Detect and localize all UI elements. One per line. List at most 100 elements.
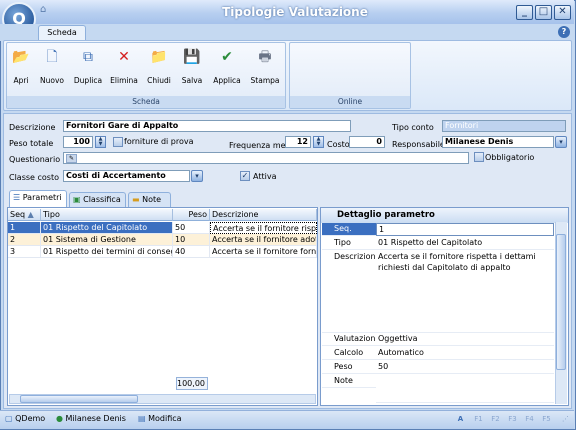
cell-peso[interactable]: 10 <box>173 234 210 246</box>
quick-access-icon[interactable]: ⌂ <box>40 4 62 18</box>
obbligatorio-checkbox[interactable] <box>474 152 484 162</box>
detail-valutazione-label: Valutazione <box>322 333 376 346</box>
window-title: Tipologie Valutazione <box>222 5 368 19</box>
descrizione-field[interactable]: Fornitori Gare di Appalto <box>63 120 351 132</box>
cell-tipo[interactable]: 01 Sistema di Gestione <box>41 234 173 246</box>
cell-seq[interactable]: 2 <box>8 234 41 246</box>
duplica-button[interactable]: ⧉ Duplica <box>73 48 103 90</box>
attiva-label: Attiva <box>253 172 277 181</box>
frequenza-label: Frequenza mesi <box>229 141 292 150</box>
salva-button[interactable]: 💾 Salva <box>177 48 207 90</box>
company-icon: ▢ <box>5 414 13 423</box>
classe-costo-dropdown-button[interactable]: ▾ <box>191 170 203 182</box>
tab-parametri-label: Parametri <box>22 193 62 202</box>
tab-classifica[interactable]: ▣ Classifica <box>69 192 126 207</box>
scrollbar-thumb[interactable] <box>20 395 138 403</box>
peso-totale-spinner[interactable]: ▲ ▼ <box>95 136 106 148</box>
classe-costo-field[interactable]: Costi di Accertamento <box>63 170 190 182</box>
cell-descrizione[interactable]: Accerta se il fornitore rispetta <box>210 222 317 234</box>
nuovo-button[interactable]: 🗋 Nuovo <box>37 48 67 90</box>
cell-descrizione[interactable]: Accerta se il fornitore fornisce <box>210 246 317 258</box>
detail-descrizione-field[interactable]: Accerta se il fornitore rispetta i detta… <box>376 251 554 333</box>
cell-tipo[interactable]: 01 Rispetto del Capitolato <box>41 222 173 234</box>
stampa-label: Stampa <box>250 76 280 85</box>
detail-peso-field[interactable]: 50 <box>376 361 554 374</box>
frequenza-field[interactable]: 12 <box>285 136 311 148</box>
scrollbar-thumb[interactable] <box>556 234 566 370</box>
cell-tipo[interactable]: 01 Rispetto dei termini di consegna <box>41 246 173 258</box>
responsabile-field[interactable]: Milanese Denis <box>442 136 554 148</box>
edit-icon: ▤ <box>138 414 146 423</box>
edit-pencil-icon[interactable]: ✎ <box>66 154 77 163</box>
tipo-conto-field: Fornitori <box>442 120 566 132</box>
column-header-tipo[interactable]: Tipo <box>41 209 173 221</box>
descrizione-label: Descrizione <box>9 123 56 132</box>
print-icon: 🖶 <box>258 49 272 65</box>
questionario-field[interactable]: ✎ <box>63 152 469 164</box>
ribbon-group-online: Online <box>289 42 411 109</box>
group-label-online: Online <box>290 96 410 108</box>
detail-note-field[interactable] <box>376 375 554 403</box>
tab-note[interactable]: ▬ Note <box>128 192 171 207</box>
costo-field[interactable]: 0 <box>349 136 385 148</box>
column-header-descrizione[interactable]: Descrizione <box>210 209 317 221</box>
close-folder-icon: 📁 <box>150 49 168 65</box>
column-header-peso[interactable]: Peso <box>173 209 210 221</box>
maximize-button[interactable]: □ <box>535 5 552 20</box>
responsabile-label: Responsabile <box>392 140 445 149</box>
status-company[interactable]: ▢ QDemo <box>5 412 45 426</box>
obbligatorio-label: Obbligatorio <box>485 153 535 162</box>
cell-descrizione[interactable]: Accerta se il fornitore adotti ur <box>210 234 317 246</box>
duplicate-icon: ⧉ <box>83 49 93 65</box>
minimize-button[interactable]: _ <box>516 5 533 20</box>
sort-asc-icon: ▲ <box>27 210 34 219</box>
help-icon[interactable]: ? <box>558 26 570 38</box>
status-key-f2: F2 <box>491 415 500 423</box>
detail-peso-label: Peso <box>322 361 376 374</box>
tab-classifica-label: Classifica <box>83 195 121 204</box>
cell-peso[interactable]: 50 <box>173 222 210 234</box>
detail-tipo-label: Tipo <box>322 237 376 250</box>
tab-scheda[interactable]: Scheda <box>38 25 86 41</box>
tab-parametri[interactable]: ☰ Parametri <box>9 190 67 207</box>
folder-open-icon: 📂 <box>12 49 30 65</box>
peso-total-footer: 100,00 <box>176 377 208 390</box>
classe-costo-label: Classe costo <box>9 173 60 182</box>
peso-totale-label: Peso totale <box>9 139 54 148</box>
elimina-button[interactable]: ✕ Elimina <box>109 48 139 90</box>
peso-totale-field[interactable]: 100 <box>63 136 93 148</box>
frequenza-spinner[interactable]: ▲ ▼ <box>313 136 324 148</box>
detail-calcolo-field[interactable]: Automatico <box>376 347 554 360</box>
detail-title: Dettaglio parametro <box>321 208 568 223</box>
column-header-seq[interactable]: Seq ▲ <box>8 209 41 221</box>
forniture-checkbox[interactable] <box>113 137 123 147</box>
ranking-icon: ▣ <box>73 195 81 204</box>
detail-tipo-field[interactable]: 01 Rispetto del Capitolato <box>376 237 554 250</box>
note-folder-icon: ▬ <box>132 195 140 204</box>
detail-seq-field[interactable]: 1 <box>376 223 554 236</box>
status-company-label: QDemo <box>15 414 46 423</box>
user-icon: ● <box>56 414 63 423</box>
status-key-f4: F4 <box>525 415 534 423</box>
chiudi-button[interactable]: 📁 Chiudi <box>144 48 174 90</box>
tipo-conto-label: Tipo conto <box>392 123 434 132</box>
cell-seq[interactable]: 1 <box>8 222 41 234</box>
status-user-label: Milanese Denis <box>65 414 126 423</box>
ribbon-tab-row <box>0 24 574 41</box>
resize-grip-icon[interactable]: ⋰ <box>562 415 571 424</box>
applica-button[interactable]: ✔ Applica <box>212 48 242 90</box>
close-button[interactable]: ✕ <box>554 5 571 20</box>
detail-valutazione-field[interactable]: Oggettiva <box>376 333 554 346</box>
attiva-checkbox[interactable]: ✓ <box>240 171 250 181</box>
seq-header-label: Seq <box>10 210 26 219</box>
new-document-icon: 🗋 <box>46 49 58 65</box>
cell-peso[interactable]: 40 <box>173 246 210 258</box>
stampa-button[interactable]: 🖶 Stampa <box>250 48 280 90</box>
status-mode: ▤ Modifica <box>138 412 182 426</box>
cell-seq[interactable]: 3 <box>8 246 41 258</box>
responsabile-dropdown-button[interactable]: ▾ <box>555 136 567 148</box>
delete-icon: ✕ <box>118 49 130 65</box>
status-user[interactable]: ● Milanese Denis <box>56 412 126 426</box>
status-key-a: A <box>457 415 464 423</box>
status-key-f5: F5 <box>542 415 551 423</box>
